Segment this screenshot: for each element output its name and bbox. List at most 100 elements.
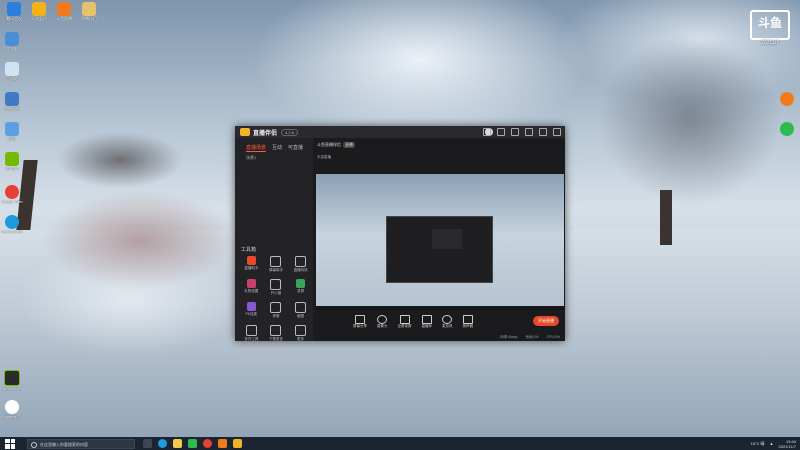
desktop-icon-this-pc[interactable]: 此电脑 bbox=[1, 32, 23, 52]
speaker-icon bbox=[462, 315, 473, 324]
wechat-icon[interactable] bbox=[188, 439, 197, 448]
status-frames: 丢帧:0% bbox=[525, 334, 539, 339]
pk-icon bbox=[246, 302, 256, 311]
tab-interact[interactable]: 互动 bbox=[272, 144, 282, 152]
network-icon[interactable]: ▲ bbox=[770, 441, 774, 446]
live-companion-window[interactable]: 直播伴侣 4.2.6 直播场景 互动 可直播 场景1 工具箱 直播助手 弹幕助手… bbox=[235, 126, 565, 347]
desktop-icon-network[interactable]: 网络 bbox=[1, 122, 23, 142]
clock-date: 2021/11/7 bbox=[778, 443, 797, 449]
preview-taskbar bbox=[316, 306, 564, 310]
edge-icon[interactable] bbox=[158, 439, 167, 448]
tool-screenshot[interactable]: 截图 bbox=[288, 302, 313, 319]
maximize-icon[interactable] bbox=[539, 128, 547, 136]
effects-icon bbox=[295, 256, 307, 267]
douyu-icon[interactable] bbox=[218, 439, 227, 448]
main-title: 斗鱼直播伴侣 bbox=[317, 142, 341, 147]
douyu-watermark: 斗鱼 20211/7 bbox=[744, 10, 796, 52]
taskbar-search[interactable]: 在这里输入你要搜索的内容 bbox=[27, 438, 135, 449]
monitor-icon bbox=[399, 315, 410, 324]
clock[interactable]: 19:40 2021/11/7 bbox=[779, 439, 797, 449]
source-controls: 屏幕分享 摄像头 全屏录屏 直播伴 麦克风 扬声器 bbox=[313, 312, 565, 332]
file-explorer-icon[interactable] bbox=[173, 439, 182, 448]
tool-gift-settings[interactable]: 礼物设置 bbox=[239, 279, 264, 296]
danmu-icon bbox=[270, 256, 282, 267]
settings-icon[interactable] bbox=[497, 128, 505, 136]
live-companion-icon[interactable] bbox=[233, 439, 242, 448]
desktop-icon-4[interactable]: 直播伴侣 bbox=[78, 2, 100, 22]
toolbox-header: 工具箱 bbox=[241, 247, 257, 253]
desktop-icon-1[interactable]: 腾讯会议 bbox=[3, 2, 25, 22]
fullscreen-record-button[interactable]: 全屏录屏 bbox=[398, 315, 412, 329]
windows-taskbar: 在这里输入你要搜索的内容 16°C 晴 ▲ 19:40 2021/11/7 bbox=[0, 437, 800, 450]
live-preview[interactable] bbox=[316, 174, 564, 310]
status-cpu: CPU:0% bbox=[546, 335, 560, 339]
tool-live-assistant[interactable]: 直播助手 bbox=[239, 256, 264, 273]
desktop-icon-control-panel[interactable]: 控制面板 bbox=[1, 92, 23, 112]
camera-button[interactable]: 摄像头 bbox=[377, 315, 388, 329]
start-button[interactable] bbox=[5, 438, 15, 449]
gift-icon bbox=[246, 279, 256, 288]
tool-pk[interactable]: PK连麦 bbox=[239, 302, 264, 319]
system-tray: 16°C 晴 ▲ 19:40 2021/11/7 bbox=[750, 437, 796, 450]
search-icon bbox=[31, 441, 37, 448]
scene-item[interactable]: 场景1 bbox=[235, 152, 313, 164]
desktop-icon-3[interactable]: 斗鱼直播 bbox=[53, 2, 75, 22]
screenshot-icon bbox=[295, 302, 307, 313]
menu-icon[interactable] bbox=[511, 128, 519, 136]
tool-small-window[interactable]: 开小窗 bbox=[264, 279, 289, 296]
message-icon[interactable] bbox=[483, 128, 491, 136]
room-tag[interactable]: 手游直播 bbox=[317, 155, 331, 160]
tool-download-more[interactable]: 下载更多 bbox=[264, 325, 289, 342]
play-icon bbox=[421, 315, 432, 324]
desktop-icon-recycle-bin[interactable]: 回收站 bbox=[1, 62, 23, 82]
status-bar: 码率:0kbps 丢帧:0% CPU:0% bbox=[313, 333, 565, 341]
main-badge[interactable]: 直播 bbox=[343, 142, 355, 148]
desktop-icon-2[interactable]: 无畏契约 bbox=[28, 2, 50, 22]
tab-available[interactable]: 可直播 bbox=[288, 144, 303, 152]
title-bar[interactable]: 直播伴侣 4.2.6 bbox=[235, 126, 565, 138]
speaker-button[interactable]: 扬声器 bbox=[462, 315, 473, 329]
nested-preview-inner bbox=[432, 229, 462, 249]
tool-live-effects[interactable]: 直播特效 bbox=[288, 256, 313, 273]
tree-trunk-right bbox=[660, 190, 672, 245]
desktop-icon-nvidia[interactable]: NVIDIA bbox=[1, 152, 23, 171]
desktop-icon-right-2[interactable] bbox=[776, 122, 798, 136]
microphone-icon bbox=[442, 315, 453, 324]
search-placeholder: 在这里输入你要搜索的内容 bbox=[40, 441, 88, 447]
desktop-icon-right-1[interactable] bbox=[776, 92, 798, 106]
desktop-icon-geforce[interactable]: GeForce Experience bbox=[1, 370, 23, 391]
download-icon bbox=[270, 325, 282, 336]
task-view-icon[interactable] bbox=[143, 439, 152, 448]
screen-share-button[interactable]: 屏幕分享 bbox=[353, 315, 367, 329]
close-icon[interactable] bbox=[553, 128, 561, 136]
sidebar-notice[interactable]: 疑似您有与直播有关的问题吗? bbox=[239, 343, 286, 348]
tab-scenes[interactable]: 直播场景 bbox=[246, 144, 267, 152]
tool-multi[interactable]: 多开工具 bbox=[239, 325, 264, 342]
record-icon bbox=[296, 279, 306, 288]
microphone-button[interactable]: 麦克风 bbox=[442, 315, 453, 329]
live-assistant-icon bbox=[246, 256, 256, 265]
start-live-button[interactable]: 开始直播 bbox=[533, 316, 559, 326]
tool-danmu-assistant[interactable]: 弹幕助手 bbox=[264, 256, 289, 273]
more-icon bbox=[295, 325, 307, 336]
version-badge[interactable]: 4.2.6 bbox=[281, 128, 298, 136]
tool-more[interactable]: 更多 bbox=[288, 325, 313, 342]
companion-button[interactable]: 直播伴 bbox=[421, 315, 432, 329]
desktop-icon-chrome[interactable]: Google Chrome bbox=[1, 185, 23, 204]
chrome-icon[interactable] bbox=[203, 439, 212, 448]
tool-room-admin[interactable]: 房管 bbox=[264, 302, 289, 319]
small-window-icon bbox=[270, 279, 282, 290]
tool-record[interactable]: 录屏 bbox=[288, 279, 313, 296]
desktop-icon-edge[interactable]: Microsoft Edge bbox=[1, 215, 23, 234]
multi-icon bbox=[245, 325, 257, 336]
weather-widget[interactable]: 16°C 晴 bbox=[750, 441, 764, 447]
main-panel: 斗鱼直播伴侣 直播 手游直播 屏幕分享 摄像头 全屏录屏 直播伴 麦克风 扬声器… bbox=[313, 138, 565, 341]
room-admin-icon bbox=[270, 302, 282, 313]
sidebar: 直播场景 互动 可直播 场景1 工具箱 直播助手 弹幕助手 直播特效 礼物设置 … bbox=[235, 138, 313, 347]
status-bitrate: 码率:0kbps bbox=[500, 334, 518, 339]
desktop-icon-ghub[interactable]: Logitech G HUB bbox=[1, 400, 23, 419]
minimize-icon[interactable] bbox=[525, 128, 533, 136]
camera-icon bbox=[377, 315, 388, 324]
toolbox-grid: 直播助手 弹幕助手 直播特效 礼物设置 开小窗 录屏 PK连麦 房管 截图 多开… bbox=[239, 256, 313, 342]
screen-icon bbox=[355, 315, 365, 324]
